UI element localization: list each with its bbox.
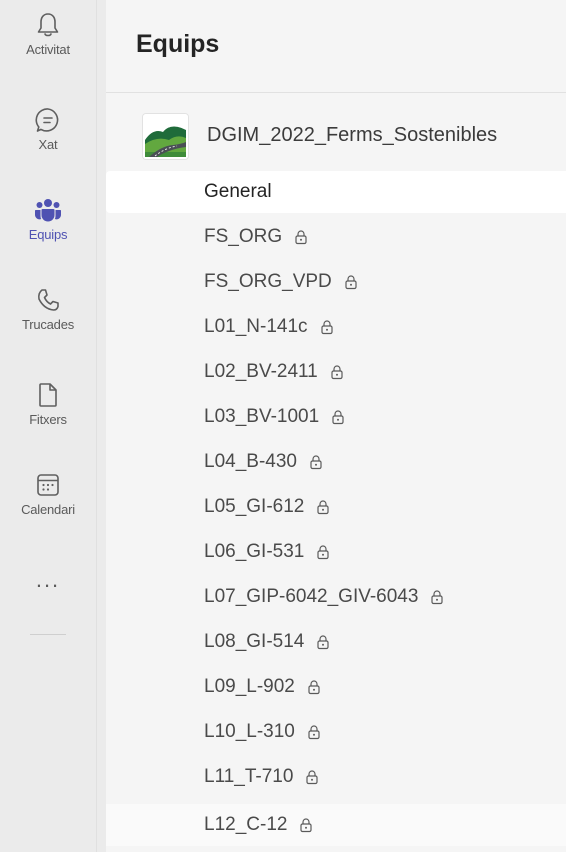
rail-item-activitat[interactable]: Activitat [0,10,96,90]
channel-name: L11_T-710 [204,766,294,787]
lock-icon [317,545,329,560]
channel-item-general[interactable]: General [106,171,566,213]
page-title: Equips [136,30,220,58]
channel-name: L10_L-310 [204,721,295,742]
channel-name: L02_BV-2411 [204,361,318,382]
channel-item[interactable]: L10_L-310 [106,711,566,753]
lock-icon [308,725,320,740]
app-rail: Activitat Xat Equips Trucades Fitxers Ca… [0,0,97,852]
teams-panel: Equips DGIM_2022_Ferms_Sostenibles Gener… [106,0,566,852]
lock-icon [310,455,322,470]
channel-name: L01_N-141c [204,316,308,337]
lock-icon [431,590,444,605]
channel-item[interactable]: L03_BV-1001 [106,396,566,438]
channel-item[interactable]: L12_C-12 [106,804,566,846]
calendar-icon [37,474,59,496]
lock-icon [306,770,319,785]
channel-name: L03_BV-1001 [204,406,320,427]
teams-window: Activitat Xat Equips Trucades Fitxers Ca… [0,0,566,852]
channel-name: FS_ORG [204,226,283,247]
channel-name: L05_GI-612 [204,496,305,517]
team-logo [142,113,189,160]
channel-item[interactable]: L09_L-902 [106,666,566,708]
rail-label: Activitat [26,42,70,57]
lock-icon [308,680,320,695]
channel-item[interactable]: L11_T-710 [106,756,566,798]
rail-item-equips[interactable]: Equips [0,195,96,275]
team-name: DGIM_2022_Ferms_Sostenibles [207,124,498,146]
lock-icon [295,230,307,245]
channel-name: L06_GI-531 [204,541,305,562]
rail-label: Fitxers [29,412,67,427]
bell-icon [37,13,59,37]
channel-name: L04_B-430 [204,451,297,472]
lock-icon [320,320,333,335]
channel-name: L12_C-12 [204,814,288,835]
channel-name: L08_GI-514 [204,631,305,652]
chat-icon [35,108,59,132]
rail-label: Calendari [21,502,75,517]
channel-item[interactable]: L06_GI-531 [106,531,566,573]
channel-name: General [204,181,272,202]
channel-name: L09_L-902 [204,676,295,697]
channel-item[interactable]: L02_BV-2411 [106,351,566,393]
rail-label: Equips [28,227,68,242]
file-icon [39,383,57,407]
channel-name: FS_ORG_VPD [204,271,332,292]
rail-item-calendari[interactable]: Calendari [0,470,96,550]
rail-label: Trucades [21,317,75,332]
road-landscape-logo [143,114,188,159]
channel-item[interactable]: L08_GI-514 [106,621,566,663]
lock-icon [317,500,329,515]
channel-name: L07_GIP-6042_GIV-6043 [204,586,419,607]
rail-item-fitxers[interactable]: Fitxers [0,380,96,460]
lock-icon [300,818,313,833]
rail-item-trucades[interactable]: Trucades [0,285,96,365]
channel-item[interactable]: L04_B-430 [106,441,566,483]
header-divider [106,92,566,93]
channel-item[interactable]: FS_ORG_VPD [106,261,566,303]
lock-icon [317,635,329,650]
lock-icon [332,410,344,425]
more-apps-button[interactable]: ... [0,569,96,600]
team-item[interactable]: DGIM_2022_Ferms_Sostenibles [106,110,566,160]
channel-item[interactable]: L05_GI-612 [106,486,566,528]
rail-label: Xat [38,137,58,152]
rail-item-xat[interactable]: Xat [0,105,96,185]
teams-icon [35,199,61,222]
phone-icon [38,289,59,311]
channel-item[interactable]: L07_GIP-6042_GIV-6043 [106,576,566,618]
channel-item[interactable]: FS_ORG [106,216,566,258]
lock-icon [345,275,357,290]
channel-item[interactable]: L01_N-141c [106,306,566,348]
rail-divider [30,634,66,635]
lock-icon [331,365,343,380]
